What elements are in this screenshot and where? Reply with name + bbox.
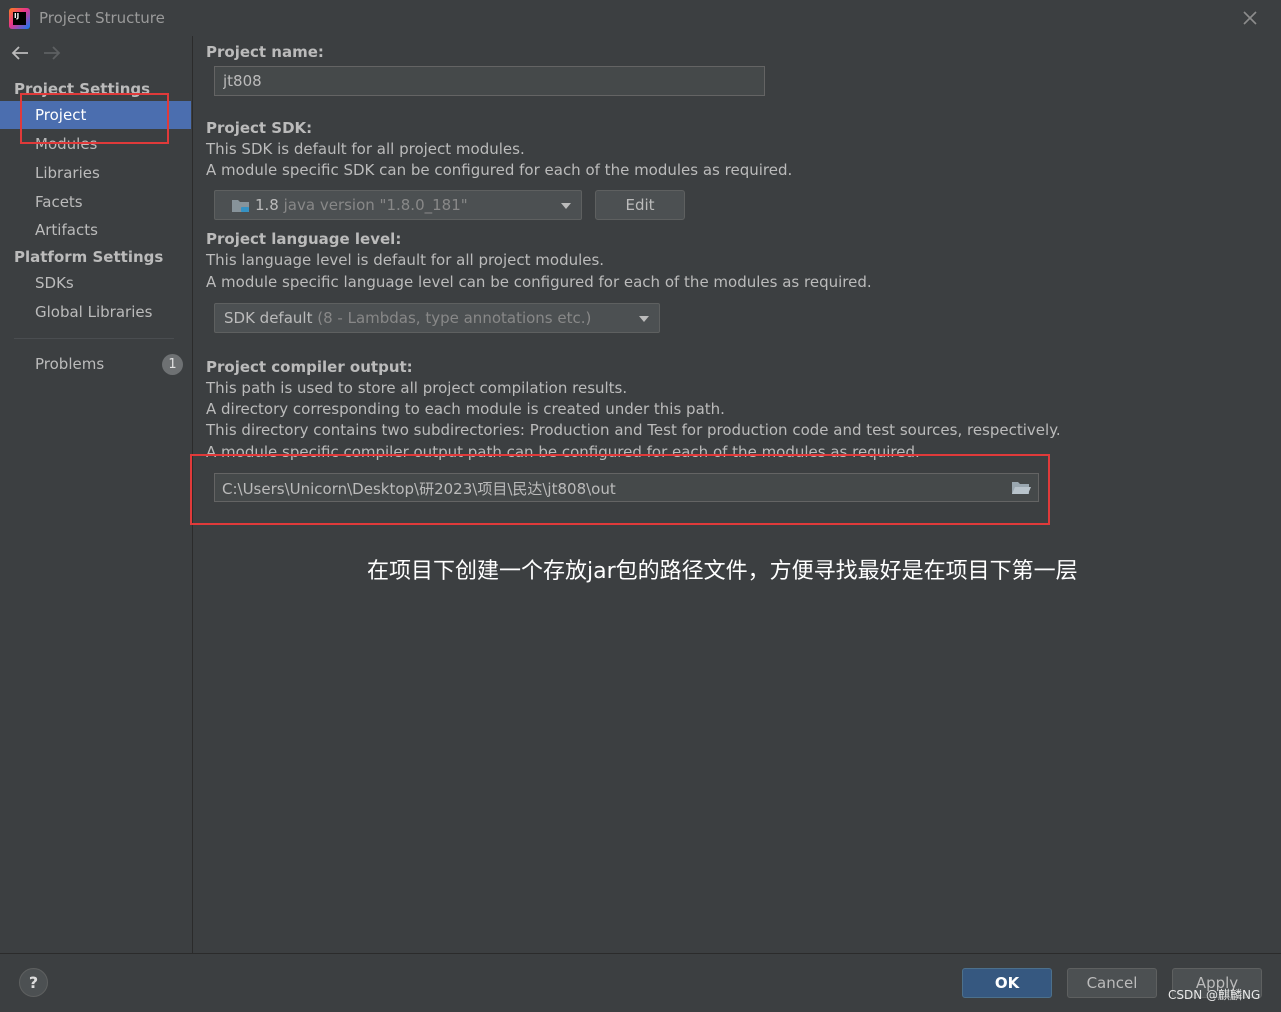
sidebar-item-global-libraries[interactable]: Global Libraries <box>0 298 191 326</box>
language-level-desc-2: A module specific language level can be … <box>206 273 872 291</box>
project-sdk-desc-2: A module specific SDK can be configured … <box>206 161 793 179</box>
intellij-logo-icon: IJ <box>9 8 30 29</box>
sdk-version: 1.8 <box>255 196 279 214</box>
compiler-output-desc-3: This directory contains two subdirectori… <box>206 421 1061 439</box>
sidebar-divider <box>14 338 174 339</box>
title-bar <box>0 0 1281 36</box>
sidebar-item-label: Global Libraries <box>35 303 153 321</box>
compiler-output-label: Project compiler output: <box>206 358 413 376</box>
language-level-detail: (8 - Lambdas, type annotations etc.) <box>317 309 592 327</box>
sidebar-item-artifacts[interactable]: Artifacts <box>0 216 191 244</box>
problems-count-badge: 1 <box>162 354 183 375</box>
sidebar-item-label: Artifacts <box>35 221 98 239</box>
language-level-label: Project language level: <box>206 230 402 248</box>
language-level-desc-1: This language level is default for all p… <box>206 251 605 269</box>
project-sdk-select[interactable]: 1.8 java version "1.8.0_181" <box>214 190 582 220</box>
logo-text: IJ <box>13 12 26 25</box>
language-level-value: SDK default <box>224 309 313 327</box>
close-icon[interactable] <box>1240 8 1260 28</box>
project-sdk-label: Project SDK: <box>206 119 313 137</box>
sdk-folder-icon <box>232 200 249 212</box>
project-name-label: Project name: <box>206 43 324 61</box>
sidebar-item-sdks[interactable]: SDKs <box>0 269 191 297</box>
back-arrow-icon[interactable] <box>10 44 30 62</box>
sidebar-item-libraries[interactable]: Libraries <box>0 159 191 187</box>
watermark: CSDN @麒麟NG <box>1168 988 1261 1002</box>
project-name-input[interactable] <box>214 66 765 96</box>
cancel-button[interactable]: Cancel <box>1067 968 1157 998</box>
edit-sdk-button[interactable]: Edit <box>595 190 685 220</box>
help-button[interactable]: ? <box>19 968 48 997</box>
compiler-output-desc-1: This path is used to store all project c… <box>206 379 628 397</box>
chevron-down-icon <box>639 316 649 322</box>
sidebar-item-label: Problems <box>35 355 105 373</box>
sdk-version-detail: java version "1.8.0_181" <box>283 196 468 214</box>
chevron-down-icon <box>561 203 571 209</box>
window-title: Project Structure <box>39 9 165 27</box>
sidebar-item-facets[interactable]: Facets <box>0 188 191 216</box>
sidebar-item-label: Libraries <box>35 164 100 182</box>
ok-button[interactable]: OK <box>962 968 1052 998</box>
forward-arrow-icon[interactable] <box>42 44 62 62</box>
annotation-box-project <box>20 93 169 144</box>
language-level-select[interactable]: SDK default (8 - Lambdas, type annotatio… <box>214 303 660 333</box>
platform-settings-header: Platform Settings <box>14 248 164 266</box>
annotation-text: 在项目下创建一个存放jar包的路径文件，方便寻找最好是在项目下第一层 <box>367 559 1078 584</box>
bottom-divider <box>0 953 1281 954</box>
annotation-box-output-path <box>190 454 1050 525</box>
project-sdk-desc-1: This SDK is default for all project modu… <box>206 140 525 158</box>
sidebar-item-label: Facets <box>35 193 83 211</box>
sidebar-item-label: SDKs <box>35 274 74 292</box>
compiler-output-desc-2: A directory corresponding to each module… <box>206 400 725 418</box>
